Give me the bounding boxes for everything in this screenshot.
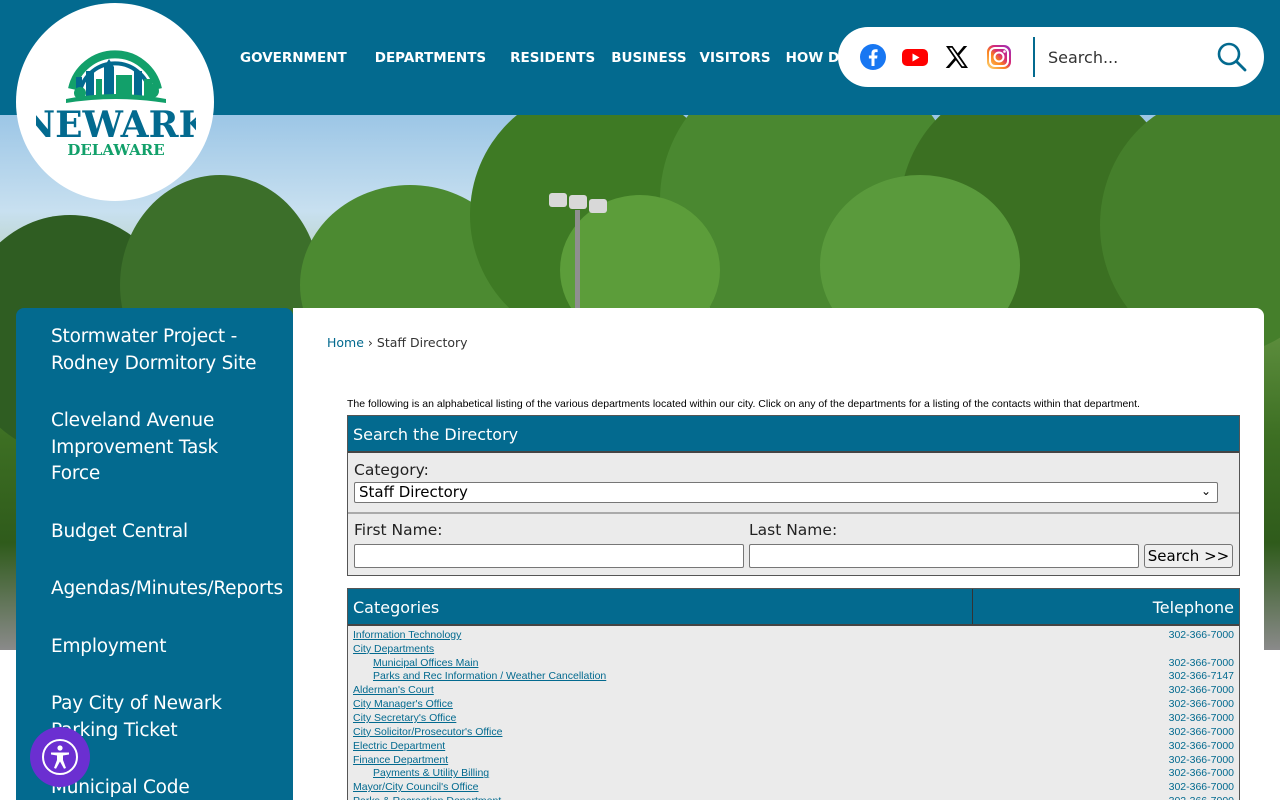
table-row: Mayor/City Council's Office 302-366-7000 <box>348 780 1239 794</box>
newark-logo-icon: NEWARK DELAWARE <box>36 50 196 159</box>
categories-header: Categories Telephone <box>348 589 1239 626</box>
last-name-label: Last Name: <box>749 521 838 539</box>
category-phone: 302-366-7000 <box>1168 698 1234 711</box>
category-phone: 302-366-7000 <box>1168 656 1234 669</box>
category-link[interactable]: Electric Department <box>353 740 445 752</box>
table-row: Electric Department 302-366-7000 <box>348 739 1239 753</box>
instagram-icon[interactable] <box>984 42 1014 72</box>
table-row: City Secretary's Office 302-366-7000 <box>348 711 1239 725</box>
site-logo[interactable]: NEWARK DELAWARE <box>16 3 214 201</box>
table-row: Municipal Offices Main 302-366-7000 <box>348 656 1239 670</box>
accessibility-icon <box>42 739 78 775</box>
category-link[interactable]: Alderman's Court <box>353 684 434 696</box>
categories-table: Categories Telephone Information Technol… <box>347 588 1240 800</box>
table-row: Alderman's Court 302-366-7000 <box>348 683 1239 697</box>
category-link[interactable]: Information Technology <box>353 629 461 641</box>
category-select[interactable]: Staff Directory ⌄ <box>354 482 1218 503</box>
last-name-field[interactable] <box>749 544 1139 568</box>
breadcrumb-home[interactable]: Home <box>327 335 364 350</box>
category-row: Category: Staff Directory ⌄ <box>348 453 1239 514</box>
table-row: City Manager's Office 302-366-7000 <box>348 697 1239 711</box>
sidebar-item-cleveland[interactable]: Cleveland Avenue Improvement Task Force <box>16 406 293 490</box>
nav-visitors[interactable]: VISITORS <box>693 50 778 66</box>
categories-col-header: Categories <box>348 589 973 624</box>
intro-text: The following is an alphabetical listing… <box>347 398 1140 410</box>
sidebar-item-employment[interactable]: Employment <box>16 632 293 663</box>
directory-search-button[interactable]: Search >> <box>1144 544 1233 568</box>
category-link[interactable]: Payments & Utility Billing <box>353 767 489 779</box>
first-name-field[interactable] <box>354 544 744 568</box>
category-phone: 302-366-7000 <box>1168 628 1234 641</box>
category-link[interactable]: City Solicitor/Prosecutor's Office <box>353 726 502 738</box>
category-link[interactable]: Municipal Offices Main <box>353 657 478 669</box>
breadcrumb: Home › Staff Directory <box>327 335 468 350</box>
main-content: Home › Staff Directory The following is … <box>293 308 1264 800</box>
breadcrumb-separator: › <box>367 335 373 350</box>
category-link[interactable]: Mayor/City Council's Office <box>353 781 479 793</box>
category-link[interactable]: Finance Department <box>353 754 448 766</box>
category-phone: 302-366-7000 <box>1168 711 1234 724</box>
name-search-row: First Name: Last Name: Search >> <box>348 514 1239 574</box>
categories-rows: Information Technology 302-366-7000 City D… <box>348 626 1239 800</box>
youtube-icon[interactable] <box>900 42 930 72</box>
nav-residents[interactable]: RESIDENTS <box>502 50 607 66</box>
category-phone: 302-366-7000 <box>1168 725 1234 738</box>
category-phone: 302-366-7147 <box>1168 670 1234 683</box>
nav-business[interactable]: BUSINESS <box>607 50 692 66</box>
table-row: Parks & Recreation Department 302-366-700… <box>348 794 1239 800</box>
category-phone: 302-366-7000 <box>1168 739 1234 752</box>
category-phone: 302-366-7000 <box>1168 753 1234 766</box>
nav-departments[interactable]: DEPARTMENTS <box>359 50 502 66</box>
facebook-icon[interactable] <box>858 42 888 72</box>
x-icon[interactable] <box>942 42 972 72</box>
main-nav: GOVERNMENT DEPARTMENTS RESIDENTS BUSINES… <box>228 0 880 115</box>
category-link[interactable]: Parks and Rec Information / Weather Canc… <box>353 670 606 682</box>
category-link[interactable]: City Manager's Office <box>353 698 453 710</box>
table-row: Parks and Rec Information / Weather Canc… <box>348 670 1239 684</box>
category-link[interactable]: City Secretary's Office <box>353 712 456 724</box>
logo-text: NEWARK <box>36 104 196 146</box>
table-row: Information Technology 302-366-7000 <box>348 628 1239 642</box>
directory-search-title: Search the Directory <box>348 416 1239 453</box>
first-name-label: First Name: <box>354 521 443 539</box>
accessibility-button[interactable] <box>30 727 90 787</box>
category-select-value: Staff Directory <box>359 483 468 501</box>
category-phone: 302-366-7000 <box>1169 795 1234 800</box>
nav-government[interactable]: GOVERNMENT <box>228 50 359 66</box>
category-label: Category: <box>354 461 429 479</box>
utility-bar <box>838 27 1264 87</box>
utility-divider <box>1033 37 1035 77</box>
category-link[interactable]: Parks & Recreation Department <box>353 795 501 800</box>
site-search-input[interactable] <box>1048 39 1208 75</box>
category-phone: 302-366-7000 <box>1168 684 1234 697</box>
breadcrumb-current: Staff Directory <box>376 335 468 350</box>
category-phone: 302-366-7000 <box>1168 767 1234 780</box>
table-row: City Departments <box>348 642 1239 656</box>
category-link[interactable]: City Departments <box>353 643 434 655</box>
table-row: Finance Department 302-366-7000 <box>348 753 1239 767</box>
sidebar-item-stormwater[interactable]: Stormwater Project - Rodney Dormitory Si… <box>16 322 293 379</box>
table-row: City Solicitor/Prosecutor's Office 302-36… <box>348 725 1239 739</box>
telephone-col-header: Telephone <box>1152 598 1234 617</box>
logo-subtext: DELAWARE <box>67 141 164 159</box>
category-phone: 302-366-7000 <box>1168 781 1234 794</box>
search-icon[interactable] <box>1216 41 1248 73</box>
sidebar-item-budget[interactable]: Budget Central <box>16 517 293 548</box>
chevron-down-icon: ⌄ <box>1200 484 1211 498</box>
sidebar-item-agendas[interactable]: Agendas/Minutes/Reports <box>16 574 293 605</box>
table-row: Payments & Utility Billing 302-366-7000 <box>348 766 1239 780</box>
directory-search-panel: Search the Directory Category: Staff Dir… <box>347 415 1240 576</box>
